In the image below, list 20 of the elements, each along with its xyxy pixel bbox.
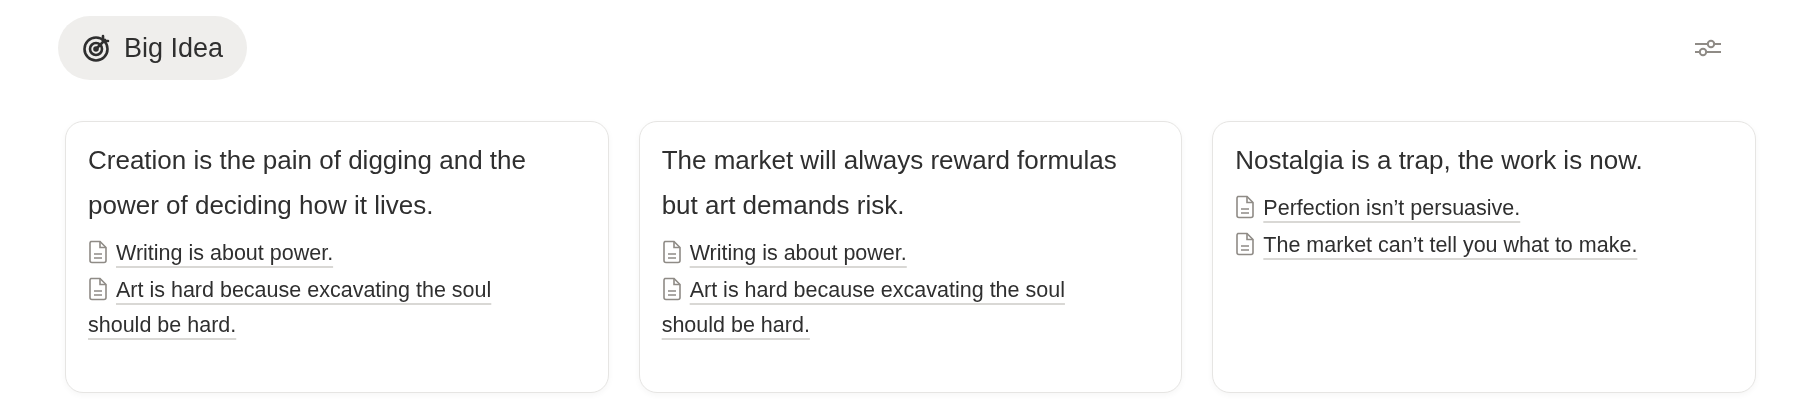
document-icon (88, 240, 108, 264)
document-icon (1235, 232, 1256, 256)
idea-card[interactable]: The market will always reward formulas but art demands risk. Writing is about power. Art is hard because excavating the soul should be hard. (638, 121, 1183, 393)
card-title: Nostalgia is a trap, the work is now. (1235, 144, 1644, 177)
document-icon (661, 277, 682, 301)
document-icon (1235, 195, 1256, 219)
page-link[interactable]: Perfection isn’t persuasive. (1235, 191, 1733, 226)
page-link[interactable]: Writing is about power. (88, 236, 586, 271)
page-link[interactable]: The market can’t tell you what to make. (1235, 228, 1733, 263)
document-icon (88, 277, 108, 301)
page-link[interactable]: Art is hard because excavating the soul should be hard. (661, 273, 1160, 343)
page-link[interactable]: Writing is about power. (661, 236, 1160, 271)
page-link[interactable]: Art is hard because excavating the soul should be hard. (88, 273, 586, 343)
idea-card[interactable]: Nostalgia is a trap, the work is now. Perfection isn’t persuasive. The market can’t tell you what to make. (1212, 121, 1756, 393)
card-title: The market will always reward formulas but art demands risk. (661, 144, 1118, 222)
document-icon (661, 240, 682, 264)
target-icon (82, 33, 112, 63)
view-tab[interactable]: Big Idea (58, 16, 248, 80)
idea-card[interactable]: Creation is the pain of digging and the power of deciding how it lives. Writing is about power. Art is hard because excavating the soul should be hard. (65, 121, 609, 393)
card-title: Creation is the pain of digging and the power of deciding how it lives. (88, 144, 527, 222)
